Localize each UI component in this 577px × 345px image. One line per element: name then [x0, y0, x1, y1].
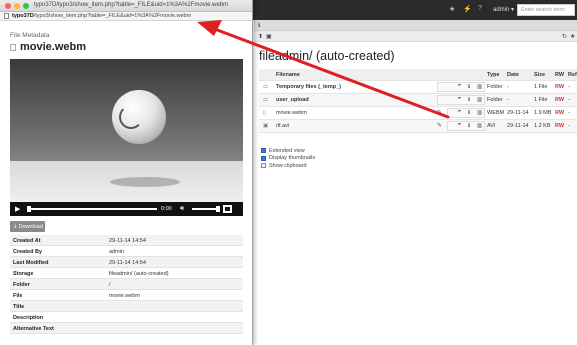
- annotation-arrow: [197, 20, 450, 119]
